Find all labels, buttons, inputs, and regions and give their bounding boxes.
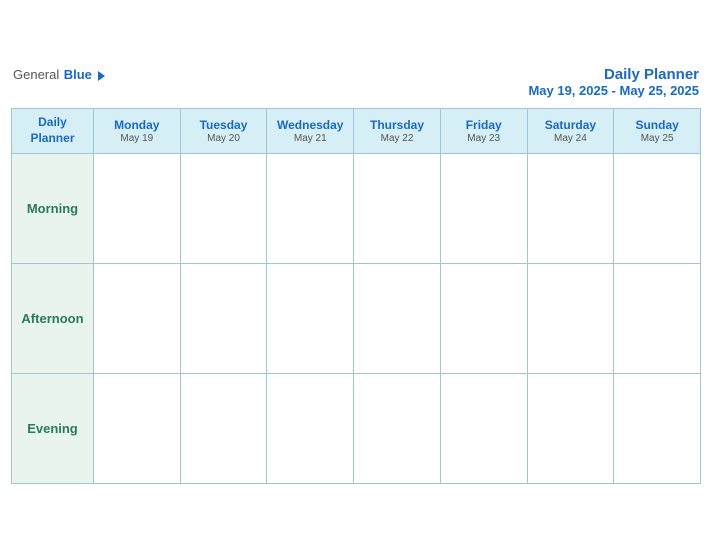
cell-afternoon-sunday[interactable] — [614, 263, 701, 373]
row-label-afternoon: Afternoon — [12, 263, 94, 373]
logo-text: General Blue — [13, 66, 105, 84]
logo-area: General Blue — [13, 66, 105, 84]
title-area: Daily Planner May 19, 2025 - May 25, 202… — [528, 66, 699, 98]
cell-afternoon-saturday[interactable] — [527, 263, 614, 373]
cell-evening-saturday[interactable] — [527, 373, 614, 483]
cell-evening-friday[interactable] — [440, 373, 527, 483]
planner-title: Daily Planner — [528, 66, 699, 83]
logo-arrow-icon — [98, 71, 105, 81]
cell-afternoon-wednesday[interactable] — [267, 263, 354, 373]
cell-afternoon-tuesday[interactable] — [180, 263, 267, 373]
cell-morning-saturday[interactable] — [527, 153, 614, 263]
cell-evening-tuesday[interactable] — [180, 373, 267, 483]
cell-afternoon-friday[interactable] — [440, 263, 527, 373]
col-header-sunday: Sunday May 25 — [614, 109, 701, 153]
table-row-evening: Evening — [12, 373, 701, 483]
table-row-morning: Morning — [12, 153, 701, 263]
cell-evening-monday[interactable] — [93, 373, 180, 483]
cell-morning-thursday[interactable] — [354, 153, 441, 263]
cell-morning-friday[interactable] — [440, 153, 527, 263]
corner-header: Daily Planner — [12, 109, 94, 153]
col-header-monday: Monday May 19 — [93, 109, 180, 153]
cell-evening-sunday[interactable] — [614, 373, 701, 483]
cell-afternoon-thursday[interactable] — [354, 263, 441, 373]
cell-morning-monday[interactable] — [93, 153, 180, 263]
cell-afternoon-monday[interactable] — [93, 263, 180, 373]
col-header-friday: Friday May 23 — [440, 109, 527, 153]
table-header-row: Daily Planner Monday May 19 Tuesday May … — [12, 109, 701, 153]
cell-morning-tuesday[interactable] — [180, 153, 267, 263]
col-header-saturday: Saturday May 24 — [527, 109, 614, 153]
header: General Blue Daily Planner May 19, 2025 … — [11, 66, 701, 98]
col-header-thursday: Thursday May 22 — [354, 109, 441, 153]
cell-morning-sunday[interactable] — [614, 153, 701, 263]
page-wrapper: General Blue Daily Planner May 19, 2025 … — [11, 66, 701, 483]
row-label-evening: Evening — [12, 373, 94, 483]
logo-blue: Blue — [64, 67, 105, 82]
row-label-morning: Morning — [12, 153, 94, 263]
col-header-wednesday: Wednesday May 21 — [267, 109, 354, 153]
cell-evening-thursday[interactable] — [354, 373, 441, 483]
planner-table: Daily Planner Monday May 19 Tuesday May … — [11, 108, 701, 483]
cell-morning-wednesday[interactable] — [267, 153, 354, 263]
table-row-afternoon: Afternoon — [12, 263, 701, 373]
logo-general: General — [13, 67, 59, 82]
planner-date-range: May 19, 2025 - May 25, 2025 — [528, 83, 699, 98]
cell-evening-wednesday[interactable] — [267, 373, 354, 483]
col-header-tuesday: Tuesday May 20 — [180, 109, 267, 153]
